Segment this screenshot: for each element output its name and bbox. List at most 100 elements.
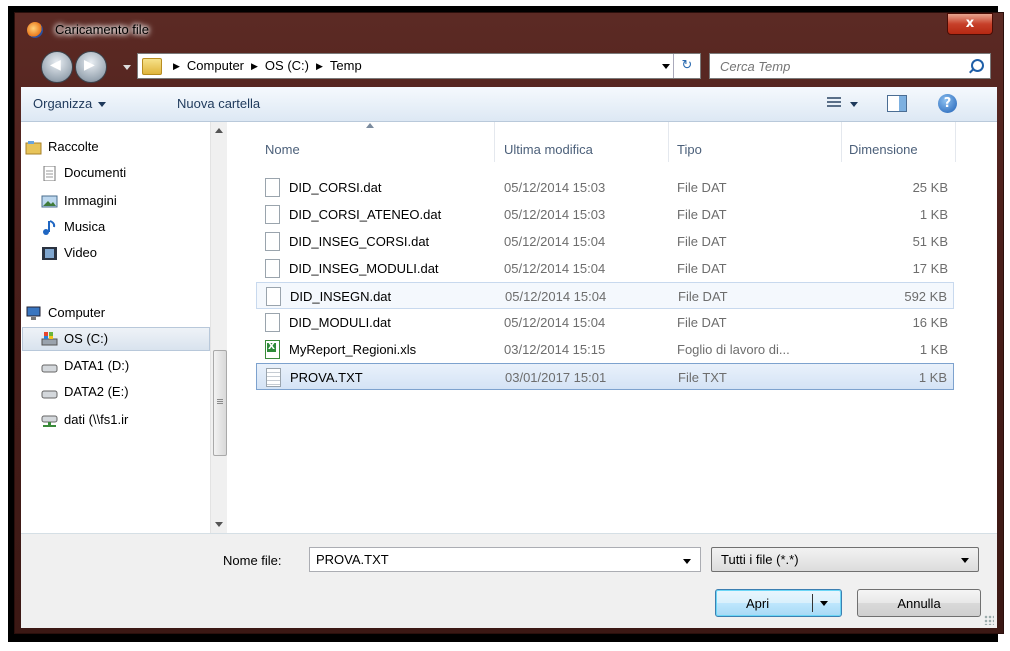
- chevron-right-icon[interactable]: ▶: [173, 61, 180, 71]
- help-icon[interactable]: ?: [938, 94, 957, 113]
- file-type-filter[interactable]: Tutti i file (*.*): [711, 547, 979, 572]
- file-name: MyReport_Regioni.xls: [289, 342, 417, 357]
- file-row[interactable]: DID_CORSI_ATENEO.dat 05/12/2014 15:03 Fi…: [256, 201, 954, 228]
- file-type: File DAT: [677, 180, 727, 195]
- close-button[interactable]: x: [947, 13, 993, 35]
- nav-item-label: DATA2 (E:): [64, 384, 129, 399]
- chevron-down-icon: [961, 558, 969, 563]
- organize-menu[interactable]: Organizza: [33, 96, 107, 111]
- file-type: File DAT: [677, 207, 727, 222]
- file-name: DID_MODULI.dat: [289, 315, 391, 330]
- file-size: 1 KB: [918, 370, 947, 385]
- text-file-icon: [266, 368, 281, 387]
- refresh-button[interactable]: ↻: [673, 54, 700, 78]
- file-row[interactable]: DID_CORSI.dat 05/12/2014 15:03 File DAT …: [256, 174, 954, 201]
- nav-item-os-c[interactable]: OS (C:): [22, 327, 210, 351]
- nav-item-label: dati (\\fs1.ir: [64, 412, 129, 427]
- window-title: Caricamento file: [55, 22, 149, 37]
- refresh-icon: ↻: [681, 58, 693, 73]
- nav-item-label: Immagini: [64, 193, 117, 208]
- file-row-selected[interactable]: PROVA.TXT 03/01/2017 15:01 File TXT 1 KB: [256, 363, 954, 390]
- drive-icon: [41, 390, 58, 399]
- file-icon: [265, 259, 280, 278]
- open-button-label: Apri: [746, 596, 770, 611]
- file-row[interactable]: DID_MODULI.dat 05/12/2014 15:04 File DAT…: [256, 309, 954, 336]
- system-drive-icon: [41, 332, 58, 346]
- recent-pages-dropdown[interactable]: [123, 65, 131, 70]
- column-header-name[interactable]: Nome: [256, 122, 495, 162]
- file-name: PROVA.TXT: [290, 370, 363, 385]
- open-options-dropdown[interactable]: [820, 601, 828, 606]
- view-options-dropdown[interactable]: [850, 102, 858, 107]
- file-size: 592 KB: [904, 289, 947, 304]
- file-row[interactable]: DID_INSEG_CORSI.dat 05/12/2014 15:04 Fil…: [256, 228, 954, 255]
- chevron-right-icon[interactable]: ▶: [251, 61, 258, 71]
- back-button[interactable]: ◀: [41, 51, 73, 83]
- drive-icon: [41, 364, 58, 373]
- file-size: 25 KB: [912, 180, 948, 195]
- file-row[interactable]: MyReport_Regioni.xls 03/12/2014 15:15 Fo…: [256, 336, 954, 363]
- breadcrumb-os-c[interactable]: OS (C:): [265, 58, 309, 73]
- firefox-icon: [27, 22, 43, 38]
- column-header-label: Nome: [265, 142, 300, 157]
- file-type: File DAT: [677, 234, 727, 249]
- file-modified: 03/01/2017 15:01: [505, 370, 607, 385]
- breadcrumb-temp[interactable]: Temp: [330, 58, 362, 73]
- file-modified: 05/12/2014 15:03: [504, 207, 606, 222]
- pictures-icon: [41, 195, 58, 208]
- file-type: File DAT: [677, 261, 727, 276]
- search-input[interactable]: [720, 57, 950, 75]
- chevron-down-icon: [98, 102, 107, 108]
- file-icon: [265, 313, 280, 332]
- music-icon: [43, 220, 56, 235]
- file-dialog-window: Caricamento file x ◀ ▶ ▶ Computer ▶ OS (C:)…: [8, 6, 1004, 642]
- filename-combobox[interactable]: [309, 547, 701, 572]
- scroll-down-arrow[interactable]: [215, 522, 223, 527]
- preview-pane-icon[interactable]: [887, 95, 907, 112]
- column-header-modified[interactable]: Ultima modifica: [496, 122, 669, 162]
- search-box[interactable]: [709, 53, 991, 79]
- address-bar[interactable]: ▶ Computer ▶ OS (C:) ▶ Temp ↻: [137, 53, 701, 79]
- computer-icon: [26, 306, 41, 320]
- sort-ascending-icon: [366, 123, 374, 128]
- column-header-label: Tipo: [677, 142, 702, 157]
- address-history-dropdown[interactable]: [662, 64, 670, 69]
- nav-item-label: DATA1 (D:): [64, 358, 130, 373]
- open-button[interactable]: Apri: [715, 589, 842, 617]
- file-name: DID_INSEGN.dat: [290, 289, 392, 304]
- cancel-button-label: Annulla: [897, 596, 941, 611]
- file-size: 1 KB: [919, 207, 948, 222]
- file-row[interactable]: DID_INSEGN.dat 05/12/2014 15:04 File DAT…: [256, 282, 954, 309]
- column-header-label: Ultima modifica: [504, 142, 593, 157]
- title-bar[interactable]: Caricamento file x: [15, 13, 1003, 47]
- view-options-icon[interactable]: [827, 97, 841, 109]
- file-name: DID_CORSI.dat: [289, 180, 382, 195]
- navigation-bar: ◀ ▶ ▶ Computer ▶ OS (C:) ▶ Temp ↻: [15, 47, 1003, 87]
- file-size: 51 KB: [912, 234, 948, 249]
- cancel-button[interactable]: Annulla: [857, 589, 981, 617]
- nav-item-label: Computer: [48, 305, 106, 320]
- resize-grip[interactable]: [984, 615, 994, 625]
- file-type: File DAT: [678, 289, 728, 304]
- organize-label: Organizza: [33, 96, 93, 111]
- navigation-scrollbar[interactable]: [210, 122, 227, 533]
- column-header-type[interactable]: Tipo: [669, 122, 842, 162]
- scrollbar-thumb[interactable]: [213, 350, 227, 456]
- file-list: Nome Ultima modifica Tipo Dimensione DID…: [228, 122, 997, 533]
- documents-icon: [43, 166, 56, 181]
- chevron-down-icon[interactable]: [683, 559, 691, 564]
- file-icon: [265, 178, 280, 197]
- new-folder-button[interactable]: Nuova cartella: [177, 96, 260, 111]
- file-row[interactable]: DID_INSEG_MODULI.dat 05/12/2014 15:04 Fi…: [256, 255, 954, 282]
- nav-item-label: Musica: [64, 219, 106, 234]
- forward-arrow-icon: ▶: [84, 57, 95, 73]
- chevron-right-icon[interactable]: ▶: [316, 61, 323, 71]
- search-icon[interactable]: [971, 59, 984, 72]
- breadcrumb-computer[interactable]: Computer: [187, 58, 244, 73]
- forward-button[interactable]: ▶: [75, 51, 107, 83]
- column-header-size[interactable]: Dimensione: [842, 122, 956, 162]
- file-size: 16 KB: [912, 315, 948, 330]
- breadcrumb: ▶ Computer ▶ OS (C:) ▶ Temp: [166, 58, 362, 73]
- filename-input[interactable]: [316, 552, 666, 567]
- scroll-up-arrow[interactable]: [215, 128, 223, 133]
